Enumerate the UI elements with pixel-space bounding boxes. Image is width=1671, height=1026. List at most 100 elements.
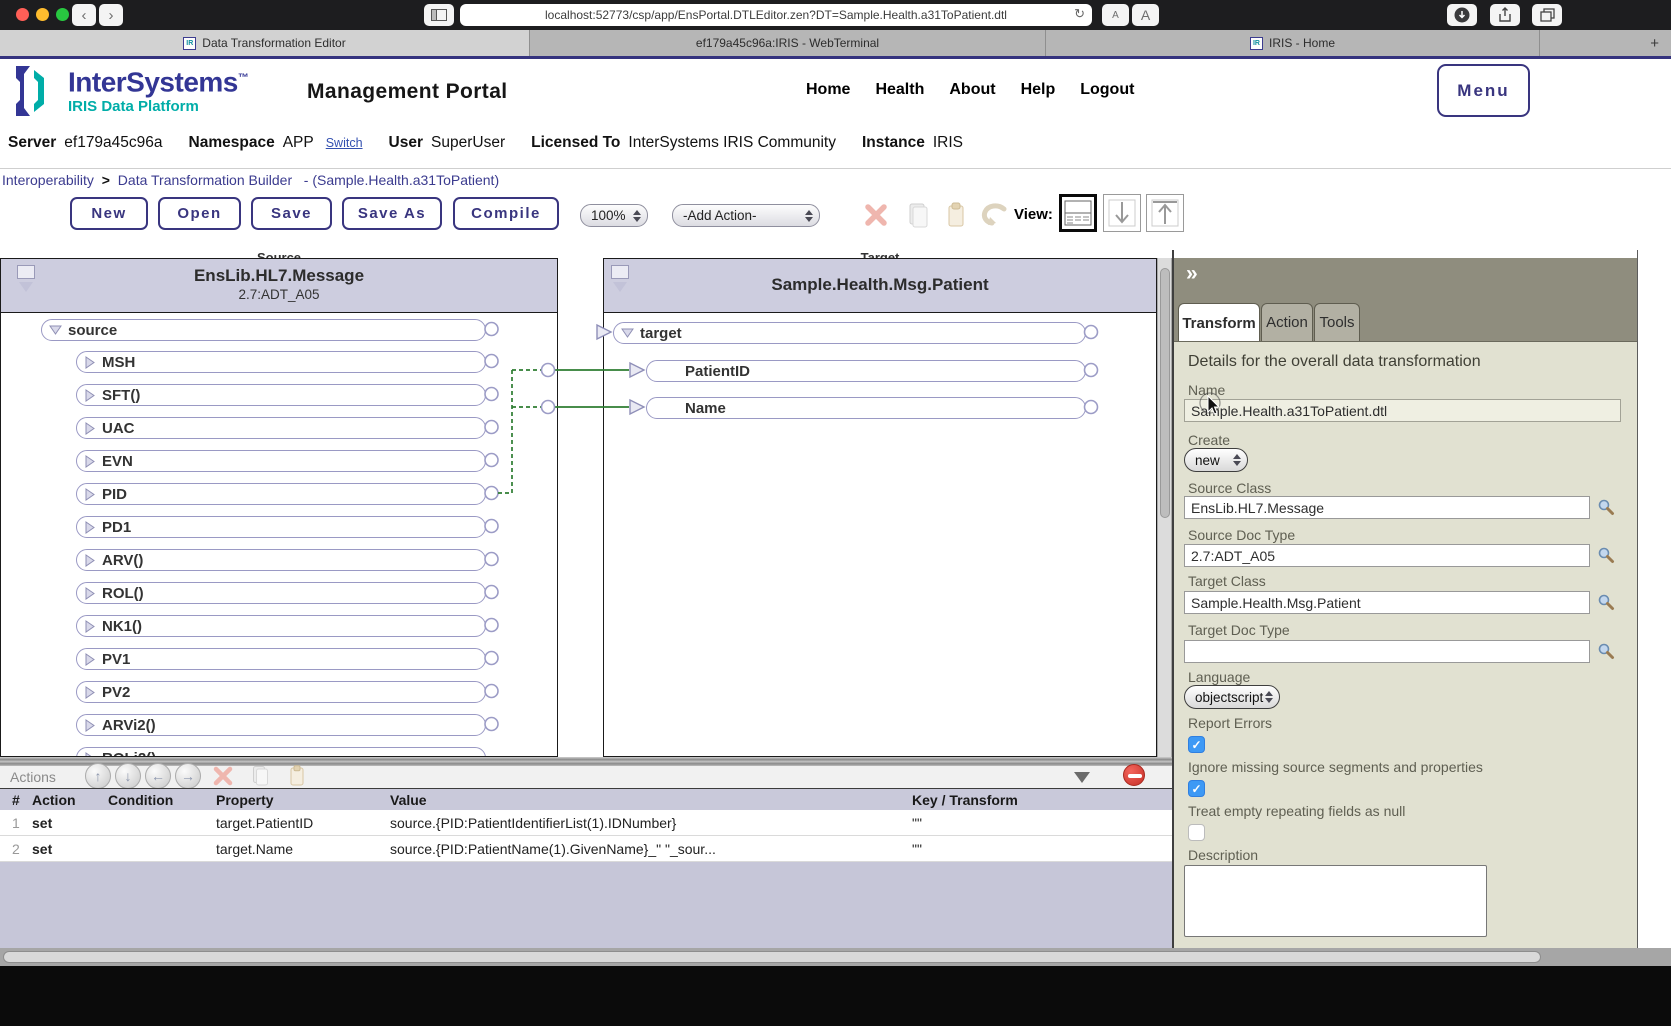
source-header-scroll[interactable] <box>17 265 37 292</box>
breadcrumb-root[interactable]: Interoperability <box>2 172 94 188</box>
paste-button-disabled[interactable] <box>946 202 966 228</box>
share-button[interactable] <box>1490 4 1520 26</box>
expander-right-icon[interactable] <box>84 421 96 435</box>
target-doc-type-field[interactable] <box>1184 640 1590 663</box>
expander-right-icon[interactable] <box>84 520 96 534</box>
zoom-select[interactable]: 100% <box>580 204 648 227</box>
font-smaller-button[interactable]: A <box>1102 4 1129 26</box>
expander-right-icon[interactable] <box>84 619 96 633</box>
search-icon[interactable] <box>1597 546 1615 564</box>
expander-right-icon[interactable] <box>84 388 96 402</box>
source-class-field[interactable] <box>1184 496 1590 519</box>
search-icon[interactable] <box>1597 593 1615 611</box>
source-segment-pill[interactable]: ROLi2() <box>76 747 486 756</box>
table-row[interactable]: 1 set target.PatientID source.{PID:Patie… <box>0 810 1172 836</box>
horizontal-splitter[interactable] <box>0 757 1172 766</box>
move-down-button[interactable]: ↓ <box>115 763 141 789</box>
source-segment-pill[interactable]: PV1 <box>76 648 486 670</box>
expander-right-icon[interactable] <box>84 586 96 600</box>
source-segment-pill[interactable]: MSH <box>76 351 486 373</box>
tab-tools[interactable]: Tools <box>1314 303 1360 342</box>
target-class-field[interactable] <box>1184 591 1590 614</box>
new-button[interactable]: New <box>70 197 148 230</box>
indent-button[interactable]: → <box>175 763 201 789</box>
zoom-window-button[interactable] <box>56 8 69 21</box>
expander-right-icon[interactable] <box>84 685 96 699</box>
source-segment-pill[interactable]: PV2 <box>76 681 486 703</box>
source-segment-pill[interactable]: EVN <box>76 450 486 472</box>
description-textarea[interactable] <box>1184 865 1487 937</box>
browser-tab-iris-home[interactable]: IR IRIS - Home <box>1046 30 1540 56</box>
source-segment-pill[interactable]: NK1() <box>76 615 486 637</box>
switch-link[interactable]: Switch <box>326 136 363 150</box>
breadcrumb-page[interactable]: Data Transformation Builder <box>118 172 292 188</box>
language-select[interactable]: objectscript <box>1184 685 1280 709</box>
target-root-pill[interactable]: target <box>613 322 1086 344</box>
browser-tab-webterminal[interactable]: ef179a45c96a:IRIS - WebTerminal <box>530 30 1046 56</box>
target-header-scroll[interactable] <box>611 265 631 292</box>
menu-button[interactable]: Menu <box>1437 64 1530 117</box>
nav-about[interactable]: About <box>949 81 995 99</box>
expander-right-icon[interactable] <box>84 454 96 468</box>
downloads-button[interactable] <box>1447 4 1477 26</box>
expander-down-icon[interactable] <box>621 327 634 339</box>
view-maximize-bottom-button[interactable] <box>1103 194 1141 232</box>
paste-row-button-disabled[interactable] <box>289 765 306 787</box>
close-window-button[interactable] <box>16 8 29 21</box>
expander-right-icon[interactable] <box>84 487 96 501</box>
scrollbar-thumb[interactable] <box>1159 268 1170 518</box>
tab-transform[interactable]: Transform <box>1178 303 1260 343</box>
source-segment-pill[interactable]: SFT() <box>76 384 486 406</box>
create-select[interactable]: new <box>1184 448 1248 472</box>
url-bar[interactable]: localhost:52773/csp/app/EnsPortal.DTLEdi… <box>460 4 1092 26</box>
expander-right-icon[interactable] <box>84 652 96 666</box>
browser-tab-dtl-editor[interactable]: IR Data Transformation Editor <box>0 30 530 56</box>
undo-button-disabled[interactable] <box>980 203 1008 227</box>
save-as-button[interactable]: Save As <box>342 197 442 230</box>
copy-row-button-disabled[interactable] <box>252 765 269 787</box>
collapse-actions-icon[interactable] <box>1074 772 1090 783</box>
copy-button-disabled[interactable] <box>908 202 928 228</box>
source-segment-pill[interactable]: ARVi2() <box>76 714 486 736</box>
intersystems-logo[interactable]: InterSystems™ IRIS Data Platform <box>10 64 249 118</box>
compile-button[interactable]: Compile <box>453 197 559 230</box>
expander-right-icon[interactable] <box>84 553 96 567</box>
ignore-missing-checkbox[interactable]: ✓ <box>1188 780 1205 797</box>
source-segment-pill[interactable]: ARV() <box>76 549 486 571</box>
save-button[interactable]: Save <box>251 197 332 230</box>
collapse-panel-icon[interactable]: » <box>1186 262 1198 286</box>
tab-action[interactable]: Action <box>1261 303 1313 342</box>
sidebar-toggle-button[interactable] <box>424 4 454 26</box>
source-segment-pill[interactable]: PID <box>76 483 486 505</box>
diagram-vertical-scrollbar[interactable] <box>1157 258 1172 757</box>
report-errors-checkbox[interactable]: ✓ <box>1188 736 1205 753</box>
forward-button[interactable]: › <box>99 4 123 26</box>
font-larger-button[interactable]: A <box>1132 4 1159 26</box>
nav-help[interactable]: Help <box>1021 81 1056 99</box>
source-segment-pill[interactable]: PD1 <box>76 516 486 538</box>
expander-down-icon[interactable] <box>49 324 62 336</box>
scrollbar-thumb[interactable] <box>3 951 1541 963</box>
expander-right-icon[interactable] <box>84 718 96 732</box>
delete-action-button-disabled[interactable] <box>864 203 888 227</box>
new-tab-button[interactable]: + <box>1540 30 1671 56</box>
expander-right-icon[interactable] <box>84 355 96 369</box>
nav-home[interactable]: Home <box>806 81 850 99</box>
no-entry-icon[interactable] <box>1123 764 1145 786</box>
target-property-pill[interactable]: Name <box>646 397 1086 419</box>
nav-logout[interactable]: Logout <box>1080 81 1134 99</box>
move-up-button[interactable]: ↑ <box>85 763 111 789</box>
table-row[interactable]: 2 set target.Name source.{PID:PatientNam… <box>0 836 1172 862</box>
source-doc-type-field[interactable] <box>1184 544 1590 567</box>
name-field[interactable] <box>1184 399 1621 422</box>
open-button[interactable]: Open <box>158 197 241 230</box>
nav-health[interactable]: Health <box>875 81 924 99</box>
target-property-pill[interactable]: PatientID <box>646 360 1086 382</box>
add-action-select[interactable]: -Add Action- <box>672 204 820 227</box>
reload-icon[interactable]: ↻ <box>1074 6 1085 22</box>
source-root-pill[interactable]: source <box>41 319 486 341</box>
search-icon[interactable] <box>1597 498 1615 516</box>
outdent-button[interactable]: ← <box>145 763 171 789</box>
tab-overview-button[interactable] <box>1532 4 1562 26</box>
minimize-window-button[interactable] <box>36 8 49 21</box>
